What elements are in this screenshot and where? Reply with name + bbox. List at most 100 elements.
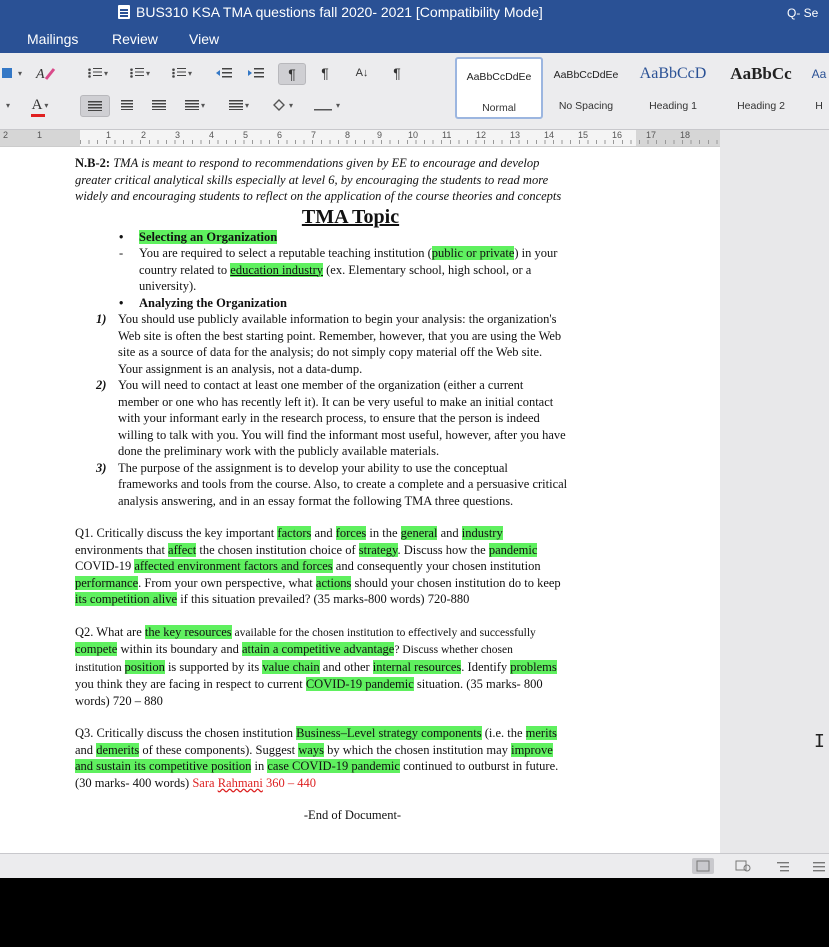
font-color-icon: A: [30, 97, 45, 117]
search-label: Q- Se: [787, 5, 819, 20]
bullets-button[interactable]: ▾: [80, 63, 116, 83]
style-heading-2[interactable]: AaBbCc Heading 2: [719, 57, 803, 119]
text-effects-button[interactable]: ▾: [0, 63, 22, 83]
style-heading-partial[interactable]: Aa H: [809, 57, 829, 119]
ruler-number: 12: [476, 130, 487, 140]
end-of-document: -End of Document-: [303, 808, 402, 822]
ruler-number: 4: [209, 130, 215, 140]
tab-mailings[interactable]: Mailings: [27, 31, 78, 47]
text-effects-icon: [2, 68, 12, 78]
document-icon: [118, 5, 130, 19]
outline-view-button[interactable]: [772, 858, 794, 874]
numbered-item-1: 1) You should use publicly available inf…: [96, 312, 562, 376]
align-right-icon: [152, 100, 166, 110]
ruler-number: 15: [578, 130, 589, 140]
ruler-number: 9: [377, 130, 383, 140]
increase-indent-icon: [248, 68, 264, 78]
topic-heading: TMA Topic: [301, 205, 400, 228]
web-layout-icon: [735, 860, 751, 872]
draft-view-button[interactable]: [808, 858, 829, 874]
highlight-dropdown[interactable]: ▾: [0, 95, 14, 115]
word-window: BUS310 KSA TMA questions fall 2020- 2021…: [0, 0, 829, 878]
document-body[interactable]: N.B-2: TMA is meant to respond to recomm…: [75, 155, 640, 824]
ruler-number: 2: [141, 130, 147, 140]
align-left-icon: [88, 101, 102, 111]
draft-icon: [813, 862, 825, 872]
web-layout-view-button[interactable]: [732, 858, 754, 874]
ruler-number: 6: [277, 130, 283, 140]
search-box[interactable]: Q- Se: [787, 3, 829, 22]
selecting-text: - You are required to select a reputable…: [119, 246, 558, 293]
numbering-button[interactable]: ▾: [122, 63, 158, 83]
decrease-indent-button[interactable]: [212, 63, 236, 83]
ruler-number: 3: [175, 130, 181, 140]
ruler-number: 1: [106, 130, 112, 140]
text-cursor-icon: I: [814, 731, 825, 752]
nb-paragraph: N.B-2: TMA is meant to respond to recomm…: [75, 156, 562, 203]
align-right-button[interactable]: [146, 95, 172, 115]
print-layout-view-button[interactable]: [692, 858, 714, 874]
ruler-number: 18: [680, 130, 691, 140]
sort-button[interactable]: A↓: [350, 63, 374, 83]
multilevel-list-button[interactable]: ▾: [164, 63, 200, 83]
print-layout-icon: [696, 860, 710, 872]
ruler-number: 14: [544, 130, 555, 140]
show-formatting-button[interactable]: ¶: [386, 63, 408, 83]
borders-button[interactable]: ▾: [306, 95, 346, 115]
bullets-icon: [87, 68, 102, 78]
tab-view[interactable]: View: [189, 31, 219, 47]
ruler-number: 1: [37, 130, 43, 140]
decrease-indent-icon: [216, 68, 232, 78]
rtl-paragraph-button[interactable]: ¶: [312, 63, 338, 83]
font-color-button[interactable]: A ▾: [22, 95, 58, 117]
question-2: Q2. What are the key resources available…: [75, 624, 557, 708]
borders-icon: [313, 109, 332, 111]
outline-icon: [777, 862, 789, 872]
horizontal-ruler[interactable]: 2 1 1 2 3 4 5 6 7 8 9 10 11 12 13 14 15 …: [0, 130, 720, 147]
align-center-icon: [121, 100, 133, 110]
line-spacing-icon: [228, 100, 243, 110]
ltr-paragraph-icon: ¶: [288, 66, 296, 82]
shading-button[interactable]: ▾: [266, 95, 298, 115]
numbered-item-3: 3) The purpose of the assignment is to d…: [96, 460, 568, 508]
question-3: Q3. Critically discuss the chosen instit…: [75, 726, 559, 790]
status-bar: [0, 853, 829, 878]
ruler-number: 7: [311, 130, 317, 140]
multilevel-list-icon: [171, 68, 186, 78]
increase-indent-button[interactable]: [244, 63, 268, 83]
question-1: Q1. Critically discuss the key important…: [75, 526, 561, 606]
align-left-button[interactable]: [80, 95, 110, 117]
line-spacing-button[interactable]: ▾: [222, 95, 256, 115]
numbering-icon: [129, 68, 144, 78]
align-center-button[interactable]: [114, 95, 140, 115]
section-analyzing: • Analyzing the Organization: [119, 295, 287, 310]
clear-formatting-icon: A: [35, 67, 56, 81]
ruler-number: 11: [442, 130, 452, 140]
rtl-paragraph-icon: ¶: [321, 65, 329, 81]
ruler-number: 17: [646, 130, 657, 140]
justify-icon: [184, 100, 199, 110]
title-bar: BUS310 KSA TMA questions fall 2020- 2021…: [0, 0, 829, 27]
styles-gallery: AaBbCcDdEe Normal AaBbCcDdEe No Spacing …: [455, 57, 829, 121]
clear-formatting-button[interactable]: A: [32, 63, 58, 83]
ribbon-tabs: Mailings Review View: [0, 27, 829, 53]
pilcrow-icon: ¶: [393, 65, 401, 81]
style-no-spacing[interactable]: AaBbCcDdEe No Spacing: [547, 57, 625, 119]
ltr-paragraph-button[interactable]: ¶: [278, 63, 306, 85]
justify-button[interactable]: ▾: [178, 95, 212, 115]
ruler-number: 16: [612, 130, 623, 140]
style-normal[interactable]: AaBbCcDdEe Normal: [455, 57, 543, 119]
section-selecting: • Selecting an Organization: [119, 229, 278, 244]
document-page[interactable]: N.B-2: TMA is meant to respond to recomm…: [0, 147, 720, 853]
sort-icon: A↓: [355, 67, 369, 79]
ruler-number: 8: [345, 130, 351, 140]
ribbon: ▾ A ▾ ▾ ▾ ¶ ¶ A↓ ¶ ▾ A ▾ ▾ ▾ ▾ ▾ AaBbCcD…: [0, 53, 829, 130]
ruler-number: 10: [408, 130, 419, 140]
ruler-number: 13: [510, 130, 521, 140]
tab-review[interactable]: Review: [112, 31, 158, 47]
paint-bucket-icon: [272, 99, 285, 111]
ruler-number: 5: [243, 130, 249, 140]
style-heading-1[interactable]: AaBbCcD Heading 1: [631, 57, 715, 119]
ruler-number: 2: [3, 130, 9, 140]
document-gutter: [720, 130, 829, 853]
